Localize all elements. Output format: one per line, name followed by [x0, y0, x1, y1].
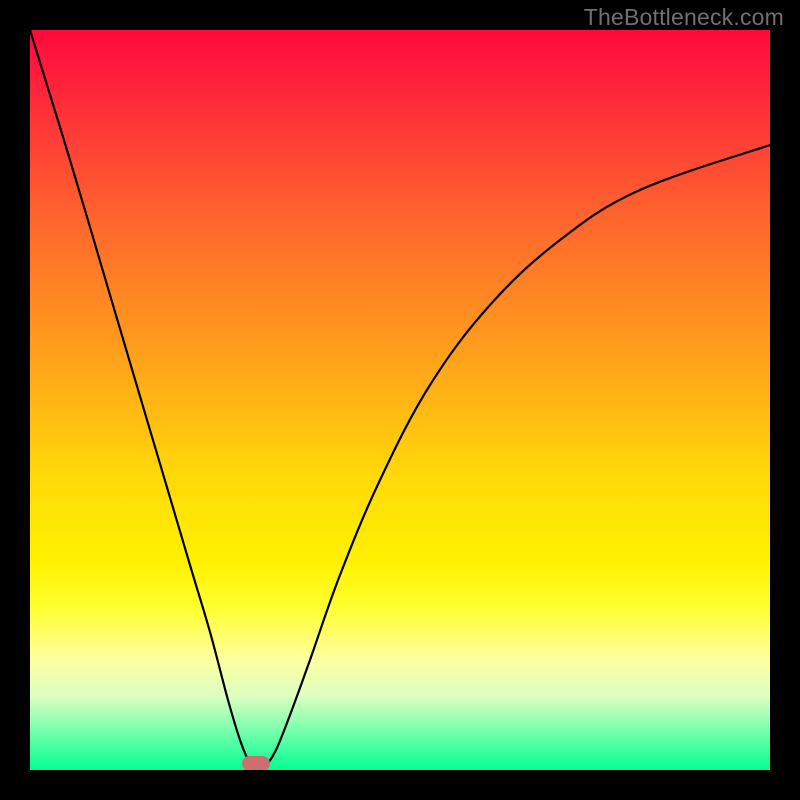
watermark-text: TheBottleneck.com — [584, 4, 784, 31]
chart-frame — [0, 0, 800, 800]
